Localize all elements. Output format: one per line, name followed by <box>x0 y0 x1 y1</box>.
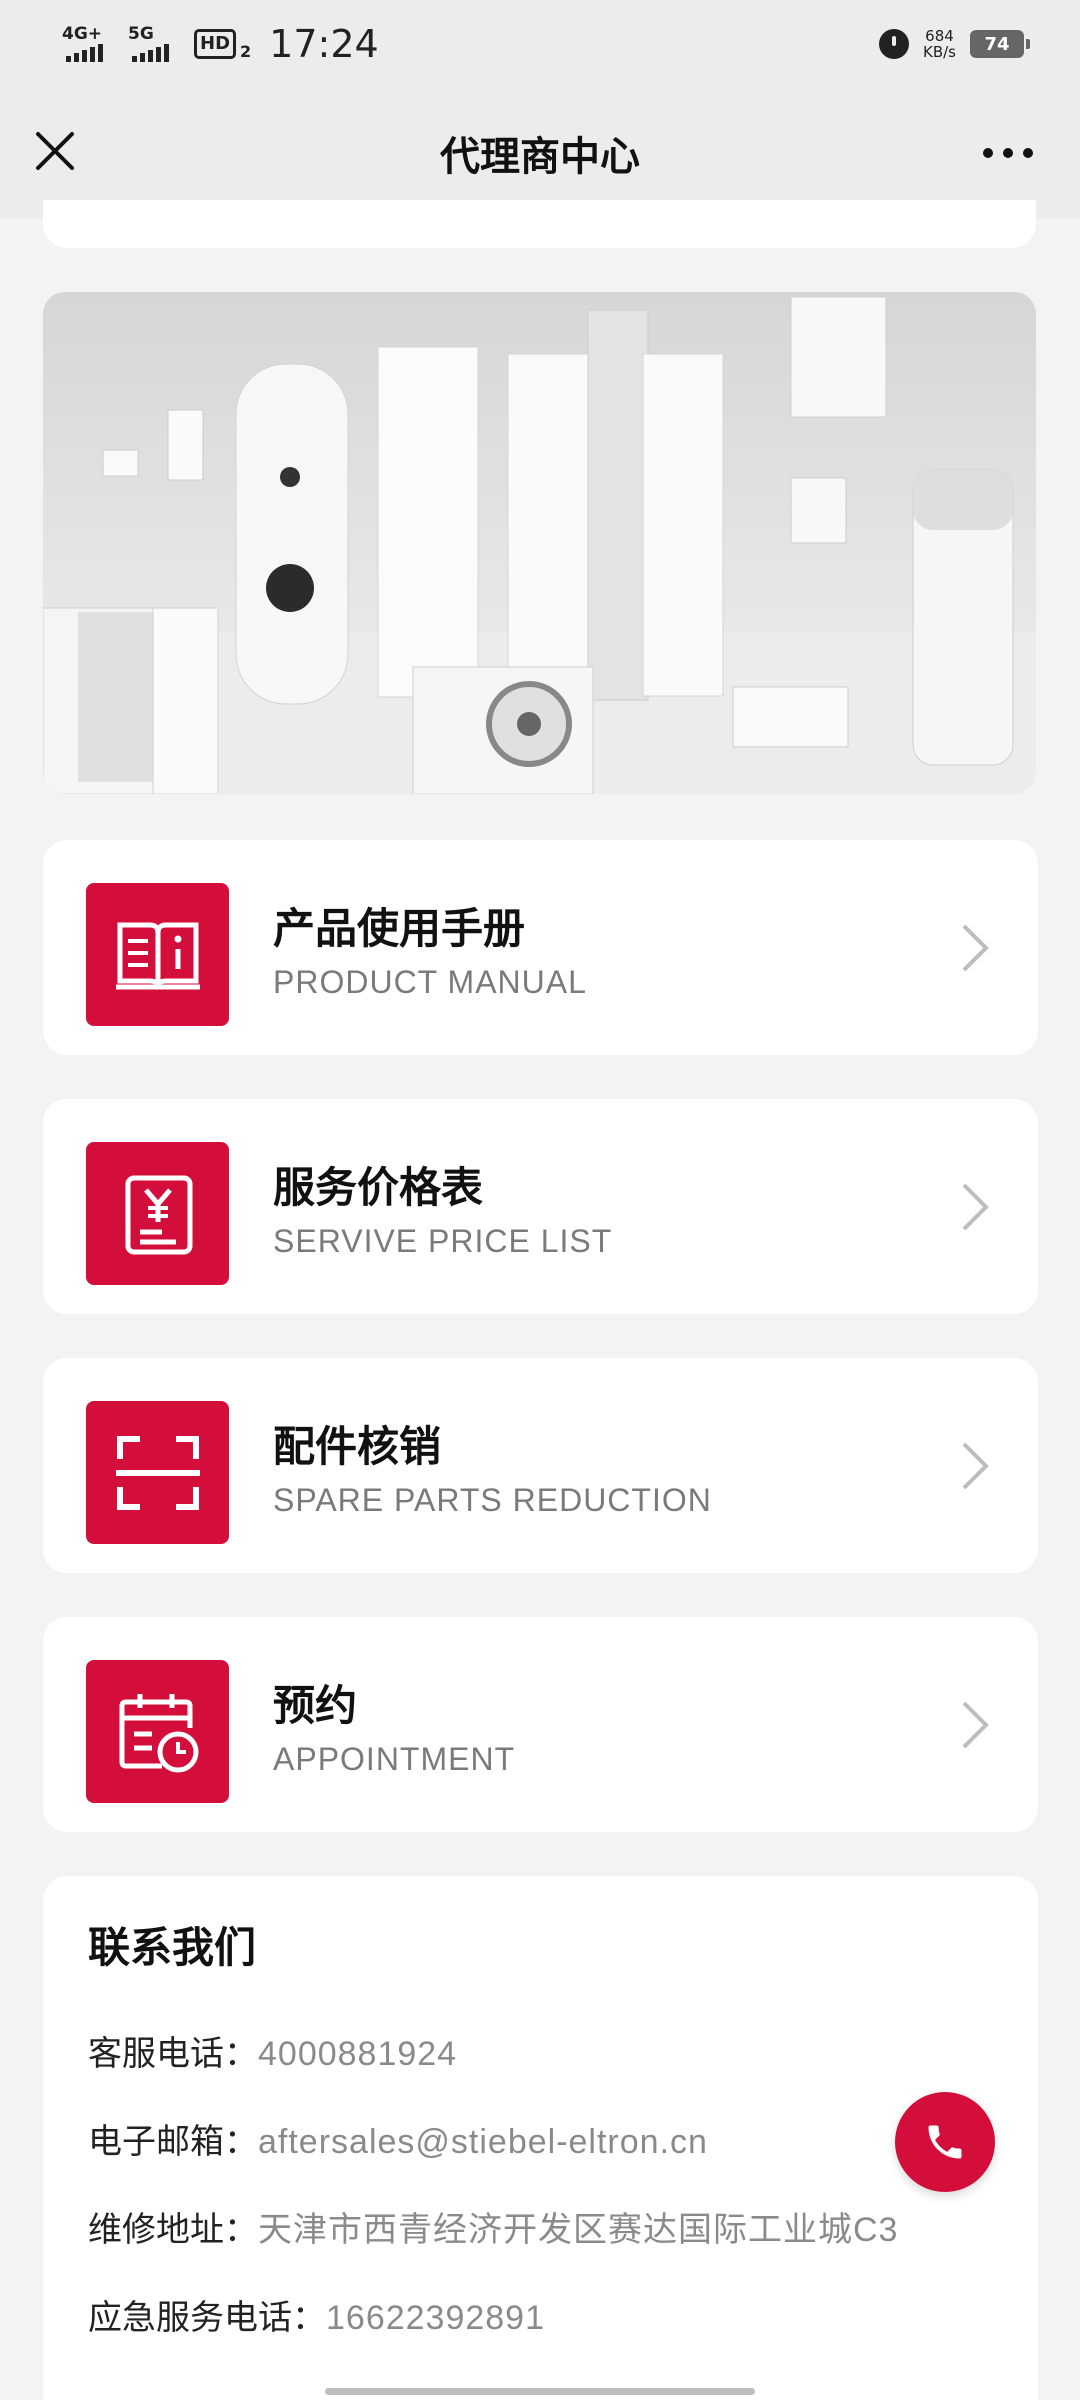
service-phone-value[interactable]: 4000881924 <box>258 2035 457 2073</box>
network-speed: 684 KB/s <box>923 28 956 60</box>
scan-icon <box>86 1401 229 1544</box>
menu-item-product-manual[interactable]: 产品使用手册 PRODUCT MANUAL <box>43 840 1038 1055</box>
menu-subtitle: PRODUCT MANUAL <box>273 964 587 1000</box>
speed-unit: KB/s <box>923 43 956 61</box>
alarm-icon <box>879 29 909 59</box>
more-dots-icon <box>983 148 993 158</box>
scrolled-card <box>43 200 1036 248</box>
signal-4g: 4G+ <box>62 24 114 62</box>
email-row: 电子邮箱：aftersales@stiebel-eltron.cn <box>88 2114 708 2163</box>
book-info-icon <box>86 883 229 1026</box>
phone-icon <box>928 2125 962 2159</box>
hd-sim-number: 2 <box>240 41 252 61</box>
battery-level: 74 <box>984 33 1010 55</box>
signal-5g: 5G <box>128 24 180 62</box>
status-left: 4G+ 5G HD 2 17:24 <box>62 22 379 66</box>
menu-title: 预约 <box>273 1681 358 1730</box>
status-bar: 4G+ 5G HD 2 17:24 684 KB/s 74 <box>0 0 1080 88</box>
menu-subtitle: APPOINTMENT <box>273 1741 516 1777</box>
chevron-right-icon <box>962 1442 989 1490</box>
page-title: 代理商中心 <box>440 134 640 180</box>
price-list-icon <box>86 1142 229 1285</box>
email-value[interactable]: aftersales@stiebel-eltron.cn <box>258 2123 708 2161</box>
signal-bars-icon <box>132 44 169 62</box>
address-label: 维修地址： <box>88 2210 258 2250</box>
chevron-right-icon <box>962 1701 989 1749</box>
status-right: 684 KB/s 74 <box>879 28 1030 60</box>
appliances-illustration <box>43 296 1036 794</box>
close-button[interactable] <box>30 126 80 176</box>
contact-card: 联系我们 客服电话：4000881924 电子邮箱：aftersales@sti… <box>43 1876 1038 2400</box>
emergency-phone-row: 应急服务电话：16622392891 <box>88 2290 545 2339</box>
menu-item-service-price-list[interactable]: 服务价格表 SERVIVE PRICE LIST <box>43 1099 1038 1314</box>
network-type-label: 5G <box>128 24 154 44</box>
call-button[interactable] <box>895 2092 995 2192</box>
menu-subtitle: SPARE PARTS REDUCTION <box>273 1482 712 1518</box>
nav-bar: 代理商中心 <box>0 88 1080 218</box>
email-label: 电子邮箱： <box>88 2122 258 2162</box>
menu-title: 产品使用手册 <box>273 904 526 953</box>
close-icon <box>36 132 74 170</box>
contact-title: 联系我们 <box>88 1923 257 1972</box>
address-row: 维修地址：天津市西青经济开发区赛达国际工业城C3 <box>88 2202 898 2251</box>
battery-icon: 74 <box>970 30 1030 58</box>
emergency-phone-label: 应急服务电话： <box>88 2298 326 2338</box>
clock: 17:24 <box>269 22 379 66</box>
chevron-right-icon <box>962 1183 989 1231</box>
calendar-clock-icon <box>86 1660 229 1803</box>
signal-bars-icon <box>66 44 103 62</box>
emergency-phone-value[interactable]: 16622392891 <box>326 2299 545 2337</box>
menu-title: 配件核销 <box>273 1422 442 1471</box>
chevron-right-icon <box>962 924 989 972</box>
network-type-label: 4G+ <box>62 24 103 44</box>
service-phone-label: 客服电话： <box>88 2034 258 2074</box>
speed-value: 684 <box>925 27 954 45</box>
menu-subtitle: SERVIVE PRICE LIST <box>273 1223 613 1259</box>
product-banner-image <box>43 292 1036 794</box>
menu-title: 服务价格表 <box>273 1163 484 1212</box>
hd-voice-icon: HD <box>194 29 237 59</box>
menu-item-appointment[interactable]: 预约 APPOINTMENT <box>43 1617 1038 1832</box>
home-indicator[interactable] <box>325 2388 755 2395</box>
address-value: 天津市西青经济开发区赛达国际工业城C3 <box>258 2211 899 2249</box>
menu-item-spare-parts[interactable]: 配件核销 SPARE PARTS REDUCTION <box>43 1358 1038 1573</box>
service-phone-row: 客服电话：4000881924 <box>88 2026 457 2075</box>
more-button[interactable] <box>976 138 1040 168</box>
